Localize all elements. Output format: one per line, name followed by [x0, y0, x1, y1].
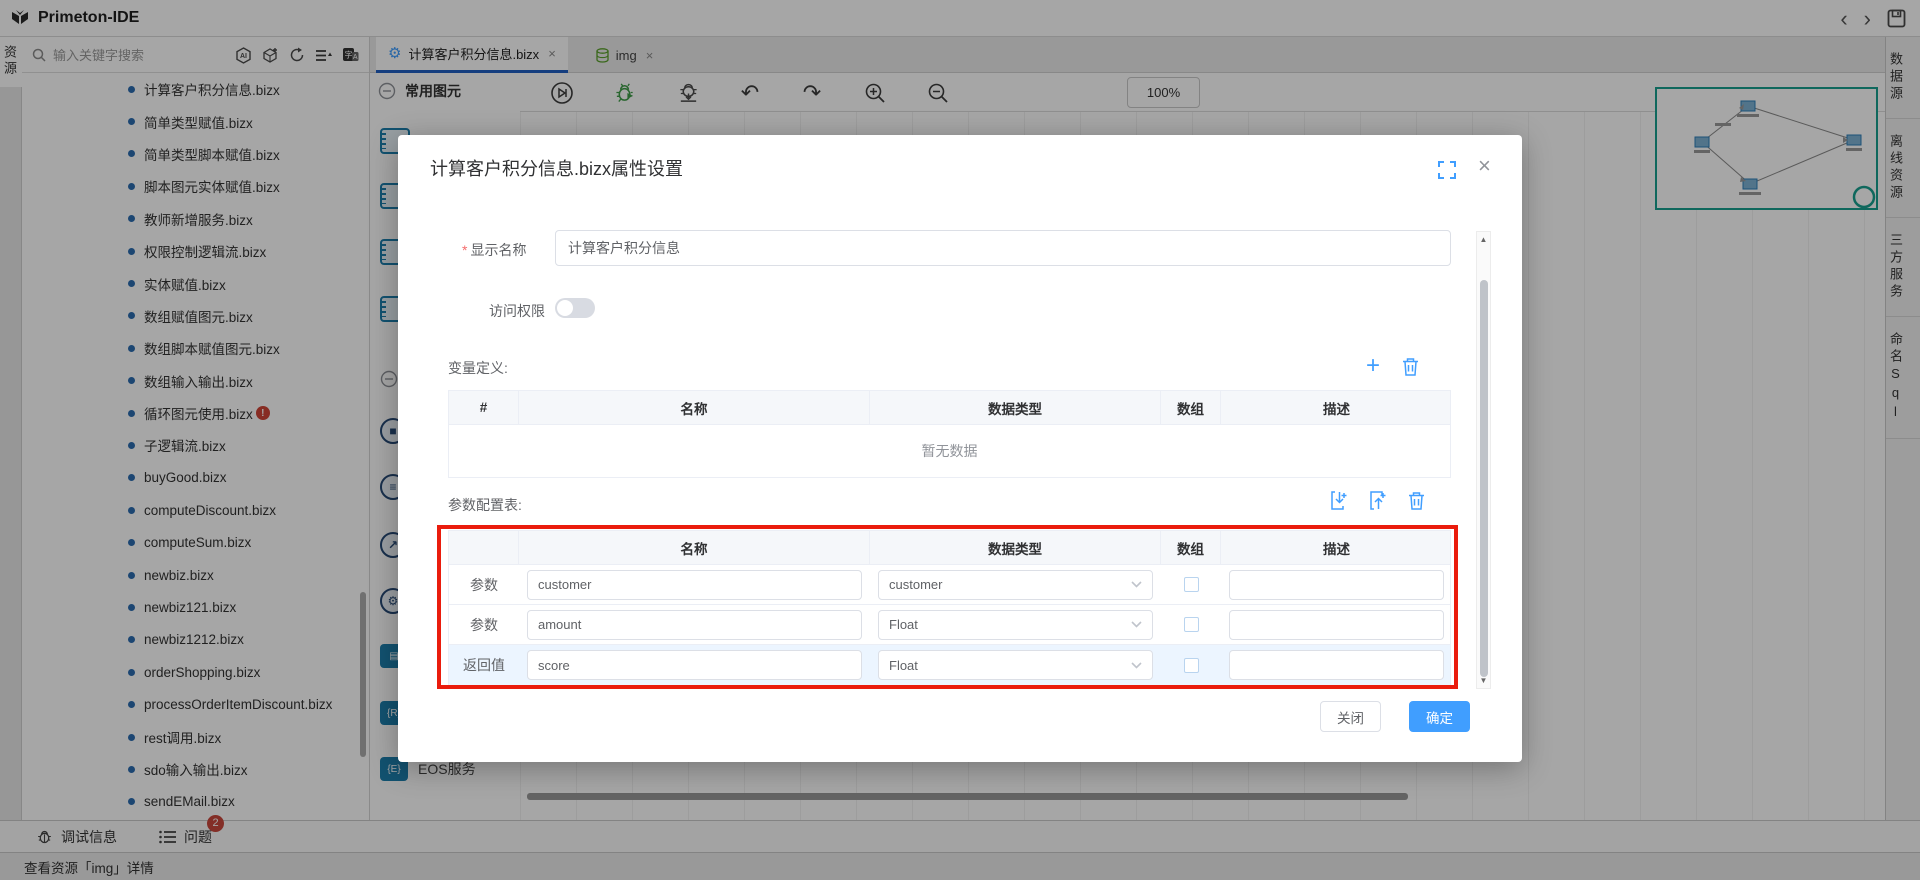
param-type-select[interactable]: customer	[878, 570, 1153, 600]
var-section-label: 变量定义:	[448, 358, 508, 378]
dialog-scrollbar[interactable]: ▲ ▼	[1476, 231, 1491, 689]
dialog-close-icon[interactable]: ×	[1478, 153, 1491, 179]
param-kind-label: 参数	[449, 575, 519, 595]
chevron-down-icon	[1131, 581, 1142, 588]
param-kind-label: 参数	[449, 615, 519, 635]
parameter-table-body: 参数 customer customer 参数 amount Float 返回值 score F…	[449, 565, 1450, 685]
param-description-input[interactable]	[1229, 610, 1444, 640]
parameter-row: 返回值 score Float	[449, 645, 1450, 685]
parameter-row: 参数 amount Float	[449, 605, 1450, 645]
param-kind-label: 返回值	[449, 655, 519, 675]
parameter-row: 参数 customer customer	[449, 565, 1450, 605]
display-name-input[interactable]	[555, 230, 1451, 266]
access-label: 访问权限	[489, 301, 545, 321]
column-header: 数组	[1161, 391, 1221, 424]
variable-table-empty: 暂无数据	[449, 425, 1450, 477]
column-header: #	[449, 391, 519, 424]
scroll-up-icon[interactable]: ▲	[1477, 235, 1490, 244]
param-type-select[interactable]: Float	[878, 650, 1153, 680]
param-name-input[interactable]: amount	[527, 610, 862, 640]
chevron-down-icon	[1131, 621, 1142, 628]
dialog-title: 计算客户积分信息.bizx属性设置	[430, 155, 683, 181]
required-asterisk: *	[462, 242, 467, 258]
column-header: 描述	[1221, 391, 1452, 424]
confirm-button[interactable]: 确定	[1409, 701, 1470, 732]
param-description-input[interactable]	[1229, 570, 1444, 600]
variable-table-header: #名称数据类型数组描述	[449, 391, 1450, 425]
param-array-checkbox[interactable]	[1184, 577, 1199, 592]
close-button[interactable]: 关闭	[1320, 701, 1381, 732]
param-array-checkbox[interactable]	[1184, 658, 1199, 673]
column-header: 数组	[1161, 531, 1221, 564]
chevron-down-icon	[1131, 662, 1142, 669]
delete-params-icon[interactable]	[1408, 491, 1425, 510]
column-header: 名称	[519, 531, 870, 564]
column-header: 数据类型	[870, 391, 1161, 424]
param-description-input[interactable]	[1229, 650, 1444, 680]
access-toggle[interactable]	[555, 298, 595, 318]
column-header: 数据类型	[870, 531, 1161, 564]
parameter-table-header: 名称数据类型数组描述	[449, 531, 1450, 565]
app-window: Primeton-IDE ‹ › 资源 输入关键字搜索 AI	[0, 0, 1920, 880]
add-variable-icon[interactable]: +	[1366, 354, 1380, 378]
export-params-icon[interactable]	[1369, 491, 1388, 510]
display-name-label: *显示名称	[462, 240, 526, 260]
param-name-input[interactable]: score	[527, 650, 862, 680]
column-header: 描述	[1221, 531, 1452, 564]
scroll-down-icon[interactable]: ▼	[1477, 676, 1490, 685]
param-type-select[interactable]: Float	[878, 610, 1153, 640]
delete-variable-icon[interactable]	[1402, 357, 1419, 376]
column-header: 名称	[519, 391, 870, 424]
variable-table: #名称数据类型数组描述 暂无数据	[448, 390, 1451, 478]
column-header	[449, 531, 519, 564]
fullscreen-icon[interactable]	[1438, 161, 1456, 179]
dialog-scrollbar-thumb[interactable]	[1480, 280, 1488, 677]
properties-dialog: 计算客户积分信息.bizx属性设置 × ▲ ▼ *显示名称 访问权限 变量定义:…	[398, 135, 1522, 762]
param-section-label: 参数配置表:	[448, 495, 522, 515]
import-params-icon[interactable]	[1330, 491, 1349, 510]
param-name-input[interactable]: customer	[527, 570, 862, 600]
parameter-table: 名称数据类型数组描述 参数 customer customer 参数 amount Flo…	[448, 530, 1451, 685]
param-array-checkbox[interactable]	[1184, 617, 1199, 632]
